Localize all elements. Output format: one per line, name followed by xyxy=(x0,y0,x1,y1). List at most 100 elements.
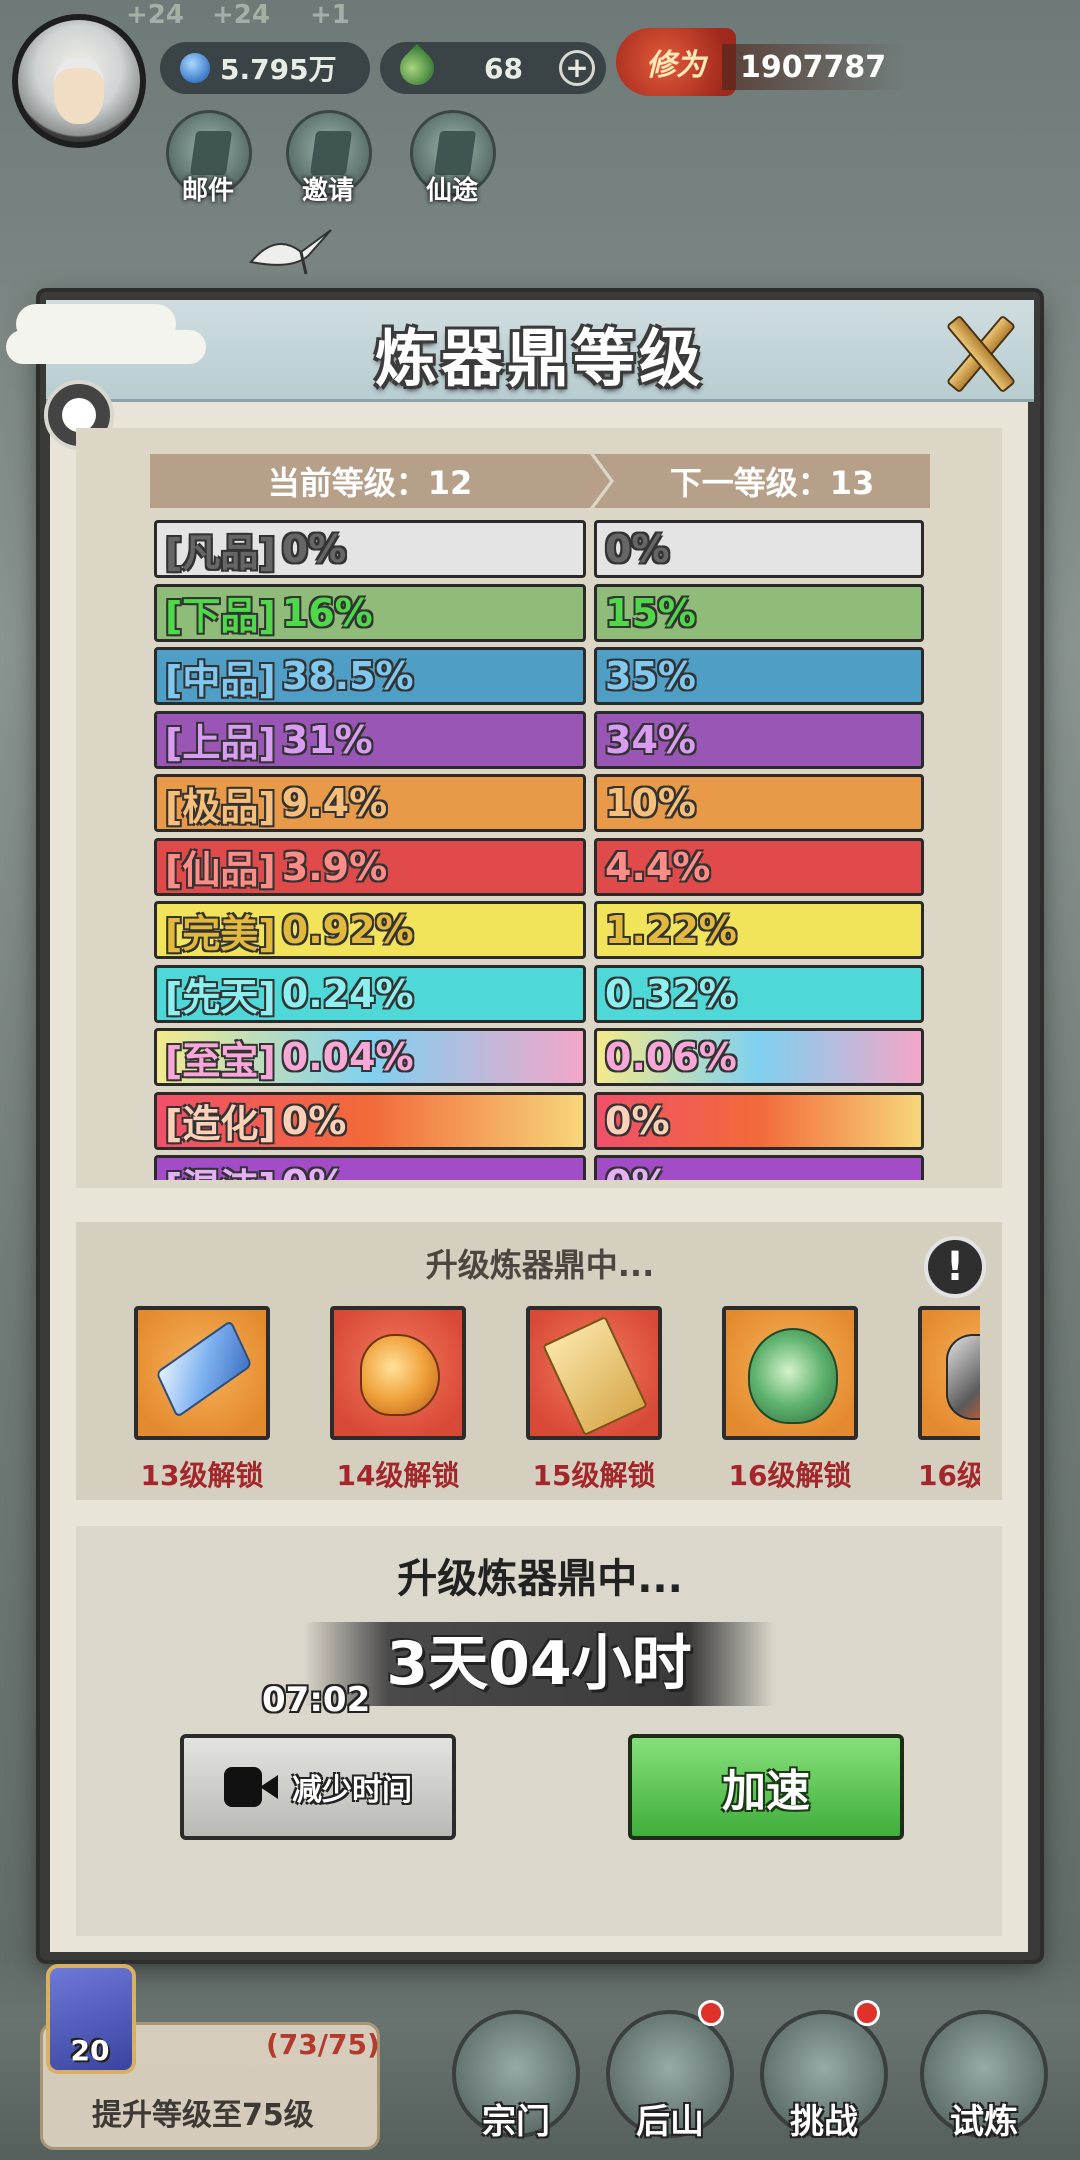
invite-label: 邀请 xyxy=(301,176,354,206)
unlock-item[interactable]: 13级解锁 xyxy=(134,1306,274,1494)
mail-label: 邮件 xyxy=(181,176,234,206)
grade-current-cell: [完美] 0.92% xyxy=(154,901,586,959)
grade-next-cell: 0.32% xyxy=(594,964,924,1023)
unlock-item[interactable]: 14级解锁 xyxy=(330,1306,470,1494)
unlock-items-title: 升级炼器鼎中... xyxy=(425,1246,655,1284)
info-button[interactable]: ! xyxy=(924,1236,986,1298)
fire-rock-icon xyxy=(946,1334,980,1420)
grade-next-cell: 15% xyxy=(594,583,924,642)
speed-up-button[interactable]: 加速 xyxy=(628,1734,904,1840)
grade-current-cell: [上品] 31% xyxy=(154,710,586,769)
crane-icon xyxy=(249,229,332,275)
grade-row: [极品] 9.4% 10% xyxy=(154,774,924,838)
item-frame xyxy=(722,1306,858,1440)
cloud-decoration xyxy=(6,330,206,364)
grade-row: [下品] 16% 15% xyxy=(154,583,924,648)
add-grass-button[interactable]: + xyxy=(558,50,595,86)
upgrade-progress-title: 升级炼器鼎中... xyxy=(397,1556,683,1602)
grade-current-value: 16% xyxy=(281,590,373,635)
grade-tag: [完美] xyxy=(165,911,276,956)
path-icon xyxy=(433,131,477,175)
grade-next-value: 15% xyxy=(605,590,696,635)
grade-tag: [混沌] xyxy=(165,1157,276,1181)
spirit-grass-icon xyxy=(392,43,442,93)
grade-row: [完美] 0.92% 1.22% xyxy=(154,901,924,965)
spirit-stone-value: 5.795万 xyxy=(220,53,337,86)
unlock-items-row[interactable]: 13级解锁 14级解锁 15级解锁 16级解锁 16级 xyxy=(134,1306,980,1496)
grade-current-cell: [先天] 0.24% xyxy=(154,964,586,1023)
grade-next-value: 0% xyxy=(605,527,670,571)
grade-current-value: 0% xyxy=(281,527,347,571)
grade-current-cell: [凡品] 0% xyxy=(154,520,586,578)
grade-current-cell: [下品] 16% xyxy=(154,583,586,642)
grade-probability-list[interactable]: [凡品] 0% 0% [下品] 16% 15% [中品] 38.5% 35% [上品] 31% 34%… xyxy=(154,520,924,1180)
invite-icon xyxy=(309,131,353,175)
grade-next-cell: 10% xyxy=(594,774,924,832)
unlock-item[interactable]: 16级 xyxy=(918,1306,980,1494)
close-button[interactable] xyxy=(940,310,1016,386)
grade-row: [造化] 0% 0% xyxy=(154,1091,924,1156)
unlock-item-label: 15级解锁 xyxy=(532,1459,656,1492)
grade-tag: [上品] xyxy=(165,721,276,765)
spirit-grass-counter: 68 + xyxy=(380,42,606,94)
nav-challenge-label: 挑战 xyxy=(790,2102,858,2142)
gain-text-1: +24 xyxy=(126,0,184,30)
grade-next-value: 0% xyxy=(605,1098,670,1143)
grade-current-value: 0.24% xyxy=(281,971,414,1016)
notification-dot xyxy=(698,2000,724,2026)
gain-text-2: +24 xyxy=(212,0,270,30)
grade-current-cell: [仙品] 3.9% xyxy=(154,837,586,896)
spirit-grass-value: 68 xyxy=(484,51,523,85)
grade-next-value: 0.06% xyxy=(605,1035,737,1079)
unlock-item[interactable]: 16级解锁 xyxy=(722,1306,862,1494)
grade-next-value: 35% xyxy=(605,654,696,698)
nav-trial-label: 试炼 xyxy=(950,2102,1018,2142)
unlock-item-label: 16级 xyxy=(918,1459,980,1492)
grade-tag: [至宝] xyxy=(165,1038,276,1083)
unlock-item-label: 16级解锁 xyxy=(728,1459,852,1492)
item-frame xyxy=(330,1306,466,1440)
grade-row: [中品] 38.5% 35% xyxy=(154,647,924,711)
quest-text: 提升等级至75级 xyxy=(92,2098,314,2133)
jade-pendant-icon xyxy=(748,1328,838,1424)
grade-next-value: 34% xyxy=(605,717,696,762)
unlock-item-label: 14级解锁 xyxy=(336,1459,460,1492)
grade-next-value: 10% xyxy=(605,781,696,825)
player-level: 20 xyxy=(70,2034,110,2067)
grade-current-cell: [至宝] 0.04% xyxy=(154,1028,586,1086)
grade-next-cell: 0% xyxy=(594,1155,924,1180)
grade-current-value: 0% xyxy=(282,1162,347,1180)
reduce-time-button[interactable]: 减少时间 xyxy=(180,1734,456,1840)
grade-next-cell: 4.4% xyxy=(594,837,924,896)
grade-current-value: 9.4% xyxy=(281,781,388,825)
cultivation-value: 1907787 xyxy=(722,44,905,90)
grade-next-value: 0.32% xyxy=(605,971,737,1016)
grade-next-value: 4.4% xyxy=(605,844,711,889)
grade-row: [仙品] 3.9% 4.4% xyxy=(154,837,924,902)
dialog-title: 炼器鼎等级 xyxy=(374,322,705,395)
item-frame xyxy=(526,1306,662,1440)
mail-icon xyxy=(189,131,233,175)
grade-tag: [仙品] xyxy=(165,848,276,892)
grade-current-value: 31% xyxy=(281,717,373,762)
ad-cooldown-timer: 07:02 xyxy=(262,1680,371,1720)
grade-next-cell: 34% xyxy=(594,710,924,769)
grade-current-cell: [混沌] 0% xyxy=(154,1155,586,1180)
unlock-item-label: 13级解锁 xyxy=(140,1459,264,1492)
notification-dot xyxy=(854,2000,880,2026)
grade-current-value: 0% xyxy=(281,1098,347,1143)
spirit-stone-icon xyxy=(180,53,210,83)
gain-text-3: +1 xyxy=(310,0,350,30)
path-label: 仙途 xyxy=(425,176,478,206)
grade-current-value: 0.92% xyxy=(281,908,414,952)
grade-next-cell: 0.06% xyxy=(594,1028,924,1086)
grade-next-cell: 0% xyxy=(594,1091,924,1150)
grade-current-cell: [极品] 9.4% xyxy=(154,774,586,832)
grade-tag: [中品] xyxy=(165,657,276,702)
cultivation-badge: 修为 xyxy=(616,28,736,96)
grade-row: [先天] 0.24% 0.32% xyxy=(154,964,924,1029)
star-scroll-icon xyxy=(542,1315,648,1437)
grade-current-cell: [造化] 0% xyxy=(154,1091,586,1150)
player-avatar[interactable] xyxy=(12,14,146,148)
unlock-item[interactable]: 15级解锁 xyxy=(526,1306,666,1494)
